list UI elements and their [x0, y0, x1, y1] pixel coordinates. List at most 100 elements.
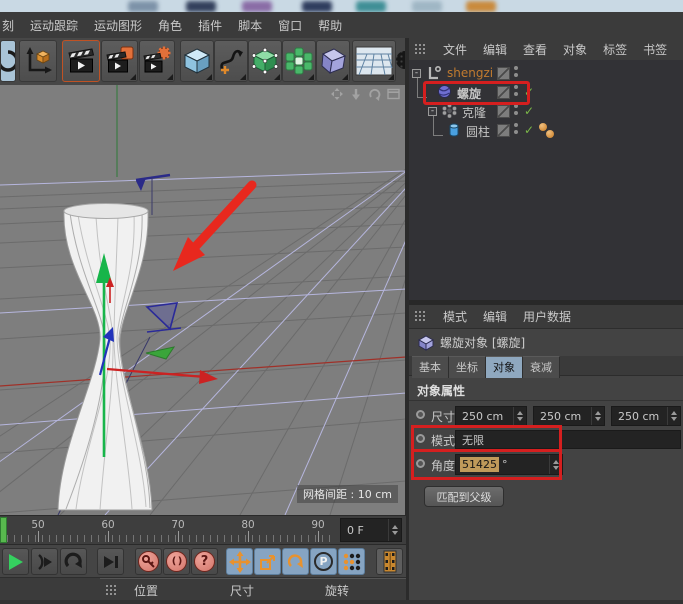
pan-view-icon[interactable]	[329, 87, 345, 101]
visibility-toggle[interactable]	[497, 105, 510, 118]
expander-cloner[interactable]: -	[428, 107, 437, 116]
timeline-playhead[interactable]	[0, 517, 7, 543]
menu-item-character[interactable]: 角色	[158, 17, 182, 34]
attr-menu-mode[interactable]: 模式	[443, 308, 467, 325]
object-label-cylinder[interactable]: 圆柱	[466, 123, 490, 140]
zoom-view-icon[interactable]	[348, 87, 364, 101]
angle-value-selected[interactable]: 51425	[460, 457, 499, 472]
frame-spinner[interactable]	[388, 519, 401, 541]
size-z-value[interactable]: 250 cm	[612, 410, 667, 423]
om-menu-object[interactable]: 对象	[563, 41, 587, 58]
enable-dots[interactable]	[514, 123, 518, 135]
attr-menu-edit[interactable]: 编辑	[483, 308, 507, 325]
size-y-field[interactable]: 250 cm	[533, 406, 605, 426]
record-rotation-toggle[interactable]	[282, 548, 309, 575]
tab-falloff[interactable]: 衰减	[523, 356, 560, 378]
angle-key-radio[interactable]	[416, 459, 425, 468]
enabled-checkmark[interactable]: ✓	[524, 86, 534, 98]
render-view-button[interactable]	[62, 40, 100, 82]
record-position-toggle[interactable]	[226, 548, 253, 575]
angle-spinner[interactable]	[549, 455, 562, 474]
size-x-value[interactable]: 250 cm	[456, 410, 513, 423]
menu-item-script[interactable]: 脚本	[238, 17, 262, 34]
deformer-button[interactable]	[316, 40, 350, 82]
menu-item-plugins[interactable]: 插件	[198, 17, 222, 34]
mode-dropdown[interactable]: 无限	[455, 430, 681, 449]
om-menu-view[interactable]: 查看	[523, 41, 547, 58]
timeline-mode-button[interactable]	[376, 548, 403, 575]
om-menu-file[interactable]: 文件	[443, 41, 467, 58]
autokey-button[interactable]: ( )	[163, 548, 190, 575]
maximize-view-icon[interactable]	[386, 87, 402, 101]
coordinate-system-button[interactable]	[19, 40, 57, 82]
attr-menu-userdata[interactable]: 用户数据	[523, 308, 571, 325]
visibility-toggle[interactable]	[497, 124, 510, 137]
menu-item-mograph[interactable]: 运动图形	[94, 17, 142, 34]
angle-field[interactable]: 51425 °	[455, 454, 563, 475]
goto-end-button[interactable]	[97, 548, 124, 575]
visibility-toggle[interactable]	[497, 67, 510, 80]
parentheses-icon: ( )	[166, 551, 187, 572]
enable-dots[interactable]	[514, 66, 518, 78]
loop-button[interactable]	[60, 548, 87, 575]
mode-value[interactable]: 无限	[456, 432, 680, 448]
size-x-spinner[interactable]	[513, 407, 526, 425]
object-label-shengzi[interactable]: shengzi	[447, 66, 493, 80]
menu-item-help[interactable]: 帮助	[318, 17, 342, 34]
mode-key-radio[interactable]	[416, 434, 425, 443]
panel-grip[interactable]	[105, 584, 118, 597]
match-to-parent-button[interactable]: 匹配到父级	[424, 486, 504, 507]
expander-shengzi[interactable]: -	[412, 69, 421, 78]
tab-object[interactable]: 对象	[486, 356, 523, 378]
undo-button[interactable]	[0, 40, 16, 82]
object-label-cloner[interactable]: 克隆	[462, 104, 486, 121]
play-button[interactable]	[2, 548, 29, 575]
menu-item-sculpt[interactable]: 刻	[2, 17, 14, 34]
tab-basic[interactable]: 基本	[412, 356, 449, 378]
om-menu-edit[interactable]: 编辑	[483, 41, 507, 58]
add-primitive-button[interactable]	[180, 40, 214, 82]
spline-pen-button[interactable]	[214, 40, 248, 82]
render-to-picture-viewer-button[interactable]	[101, 40, 138, 82]
record-keyframe-button[interactable]	[135, 548, 162, 575]
size-x-field[interactable]: 250 cm	[455, 406, 527, 426]
object-manager[interactable]: - shengzi 螺旋 ✓ - 克隆 ✓	[409, 60, 683, 300]
timeline-ruler[interactable]: 50 60 70 80 90 0 F	[0, 515, 406, 545]
menu-item-window[interactable]: 窗口	[278, 17, 302, 34]
record-parameter-toggle[interactable]: P	[310, 548, 337, 575]
enable-dots[interactable]	[514, 104, 518, 116]
section-title-object-properties[interactable]: 对象属性	[417, 382, 465, 399]
mograph-tag-icon[interactable]	[539, 123, 547, 131]
om-menu-tag[interactable]: 标签	[603, 41, 627, 58]
om-menu-bookmark[interactable]: 书签	[643, 41, 667, 58]
play-next-frame-button[interactable]	[31, 548, 58, 575]
record-pla-toggle[interactable]	[338, 548, 365, 575]
keyframe-selection-button[interactable]: ?	[191, 548, 218, 575]
enable-dots[interactable]	[514, 85, 518, 97]
panel-grip[interactable]	[414, 43, 427, 56]
enabled-checkmark[interactable]: ✓	[524, 124, 534, 136]
bg-block	[242, 1, 272, 12]
tab-coordinates[interactable]: 坐标	[449, 356, 486, 378]
record-scale-toggle[interactable]	[254, 548, 281, 575]
visibility-toggle[interactable]	[497, 86, 510, 99]
mograph-tag-icon[interactable]	[546, 130, 554, 138]
size-y-spinner[interactable]	[591, 407, 604, 425]
size-key-radio[interactable]	[416, 410, 425, 419]
size-y-value[interactable]: 250 cm	[534, 410, 591, 423]
render-settings-button[interactable]	[139, 40, 175, 82]
bg-block	[186, 1, 216, 12]
viewport[interactable]: 网格间距 : 10 cm	[0, 85, 406, 515]
size-z-field[interactable]: 250 cm	[611, 406, 681, 426]
size-z-spinner[interactable]	[667, 407, 680, 425]
subdivision-surface-button[interactable]	[248, 40, 282, 82]
rotate-view-icon[interactable]	[367, 87, 383, 101]
current-frame-value[interactable]: 0 F	[341, 524, 388, 537]
menu-item-motion-tracking[interactable]: 运动跟踪	[30, 17, 78, 34]
panel-grip[interactable]	[414, 310, 427, 323]
floor-environment-button[interactable]	[352, 40, 396, 82]
current-frame-field[interactable]: 0 F	[340, 518, 402, 542]
mograph-cloner-button[interactable]	[282, 40, 316, 82]
object-label-twist[interactable]: 螺旋	[457, 85, 481, 102]
enabled-checkmark[interactable]: ✓	[524, 105, 534, 117]
